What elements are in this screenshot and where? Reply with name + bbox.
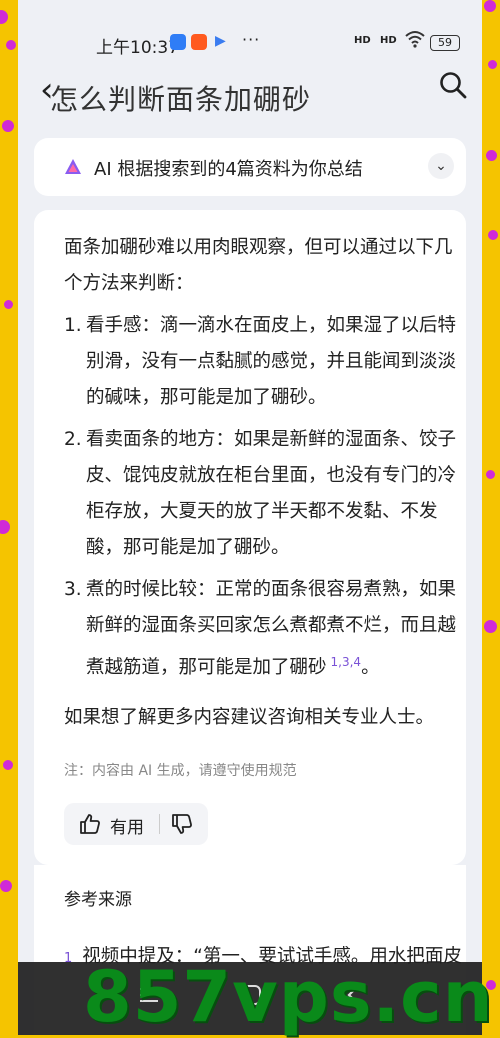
ai-disclaimer: 注：内容由 AI 生成，请遵守使用规范 — [64, 763, 297, 779]
answer-list-item: 3. 煮的时候比较：正常的面条很容易煮熟，如果新鲜的湿面条买回家怎么煮都煮不烂，… — [64, 572, 460, 686]
decor-dot — [0, 10, 8, 24]
list-item-number: 1. — [64, 315, 82, 336]
sources-heading: 参考来源 — [64, 890, 132, 910]
battery-icon: 59 — [430, 35, 460, 51]
answer-intro: 面条加硼砂难以用肉眼观察，但可以通过以下几个方法来判断： — [64, 237, 453, 294]
like-button[interactable] — [78, 812, 102, 840]
answer-card: 面条加硼砂难以用肉眼观察，但可以通过以下几个方法来判断： 1. 看手感：滴一滴水… — [34, 210, 466, 865]
chevron-down-icon[interactable]: ⌄ — [428, 153, 454, 179]
answer-closing: 如果想了解更多内容建议咨询相关专业人士。 — [64, 707, 435, 728]
list-item-text: 看手感：滴一滴水在面皮上，如果湿了以后特别滑，没有一点黏腻的感觉，并且能闻到淡淡… — [86, 315, 457, 408]
status-time: 上午10:37 — [96, 38, 179, 58]
decor-dot — [4, 300, 13, 309]
decor-dot — [488, 230, 498, 240]
status-bar: 上午10:37 ▶ ··· HD HD 59 — [18, 0, 482, 60]
answer-list-item: 2. 看卖面条的地方：如果是新鲜的湿面条、饺子皮、馄饨皮就放在柜台里面，也没有专… — [64, 422, 460, 566]
thumbs-down-icon — [172, 814, 192, 834]
dislike-button[interactable] — [170, 812, 194, 840]
play-notification-icon: ▶ — [215, 33, 226, 49]
list-item-text: 煮的时候比较：正常的面条很容易煮熟，如果新鲜的湿面条买回家怎么煮都煮不烂，而且越… — [86, 579, 457, 679]
signal-icon: HD — [380, 35, 397, 46]
list-item-number: 3. — [64, 579, 82, 600]
decor-dot — [0, 880, 12, 892]
phone-screen: 上午10:37 ▶ ··· HD HD 59 ‹ 怎么判断面条加硼砂 AI 根据… — [18, 0, 482, 1035]
decor-dot — [0, 520, 10, 534]
ai-summary-label: AI 根据搜索到的4篇资料为你总结 — [94, 159, 363, 180]
like-label[interactable]: 有用 — [110, 813, 144, 838]
wifi-icon — [405, 30, 425, 53]
taobao-notification-icon — [191, 34, 207, 50]
decor-dot — [484, 620, 497, 633]
list-item-text: 看卖面条的地方：如果是新鲜的湿面条、饺子皮、馄饨皮就放在柜台里面，也没有专门的冷… — [86, 429, 457, 558]
divider — [159, 814, 160, 834]
more-notifications-icon: ··· — [242, 30, 261, 49]
app-notification-icon — [170, 34, 186, 50]
list-item-text-wrapper: 煮的时候比较：正常的面条很容易煮熟，如果新鲜的湿面条买回家怎么煮都煮不烂，而且越… — [86, 572, 460, 686]
decor-dot — [486, 150, 497, 161]
decor-dot — [6, 40, 16, 50]
signal-icon: HD — [354, 35, 371, 46]
ai-logo-icon — [64, 158, 82, 180]
feedback-bar: 有用 — [64, 803, 208, 845]
page-header: ‹ 怎么判断面条加硼砂 — [18, 60, 482, 130]
search-icon — [440, 72, 467, 99]
decor-dot — [484, 0, 496, 12]
decor-dot — [488, 60, 497, 69]
citation-link[interactable]: 1,3,4 — [331, 655, 362, 669]
list-item-number: 2. — [64, 429, 82, 450]
page-title: 怎么判断面条加硼砂 — [50, 83, 312, 116]
list-item-tail: 。 — [361, 657, 380, 679]
decor-dot — [2, 120, 14, 132]
ai-summary-toggle[interactable]: AI 根据搜索到的4篇资料为你总结 ⌄ — [34, 138, 466, 196]
search-button[interactable] — [438, 70, 468, 104]
thumbs-up-icon — [80, 814, 100, 834]
decor-dot — [3, 760, 13, 770]
site-watermark: 857vps.cn — [83, 956, 494, 1038]
decor-dot — [486, 470, 495, 479]
answer-list-item: 1. 看手感：滴一滴水在面皮上，如果湿了以后特别滑，没有一点黏腻的感觉，并且能闻… — [64, 308, 460, 416]
